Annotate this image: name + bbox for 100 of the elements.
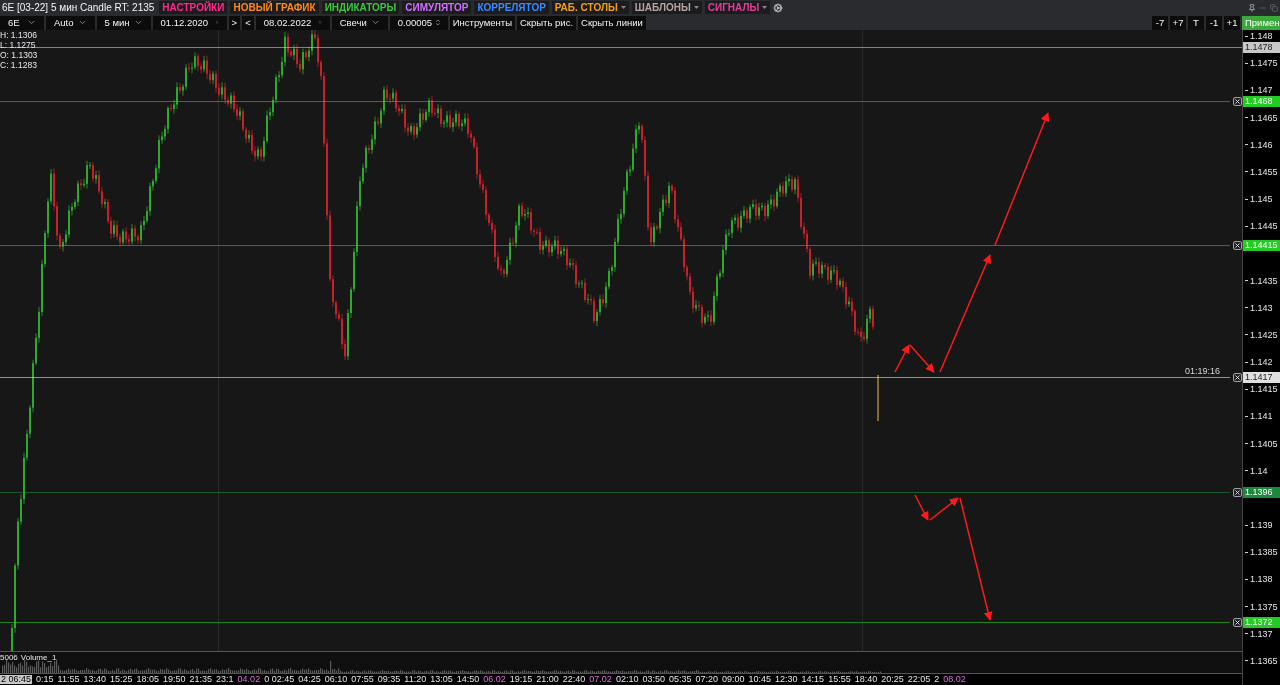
price-tick-label: 1.1365 <box>1250 655 1278 666</box>
time-label: 06:10 <box>324 675 348 684</box>
countdown-timer: 01:19:16 <box>1184 367 1220 376</box>
menu-button[interactable]: РАБ. СТОЛЫ <box>551 1 629 14</box>
price-tick-label: 1.14 <box>1250 465 1268 476</box>
time-label: 05:35 <box>668 675 692 684</box>
select-field[interactable]: Auto <box>46 15 95 30</box>
price-tick-label: 1.1385 <box>1250 547 1278 558</box>
pin-icon[interactable] <box>1248 3 1256 12</box>
time-label: 14:15 <box>801 675 825 684</box>
time-label: 09:00 <box>722 675 745 684</box>
toolbar-button[interactable]: Скрыть линии <box>578 15 646 30</box>
select-field[interactable]: 5 мин <box>96 15 151 30</box>
menu-button[interactable]: СИГНАЛЫ <box>704 1 771 14</box>
time-label: 15:55 <box>828 675 851 684</box>
time-label: 13:40 <box>83 675 106 684</box>
price-tick-label: 1.1405 <box>1250 438 1278 449</box>
select-field[interactable]: 6E <box>0 15 44 30</box>
price-tick-label: 1.137 <box>1250 628 1273 639</box>
shift-button[interactable]: -7 <box>1152 15 1168 30</box>
menu-label: ШАБЛОНЫ <box>634 2 691 13</box>
time-label: 10:45 <box>748 675 772 684</box>
price-tick-label: 1.142 <box>1250 357 1273 368</box>
price-tick-label: 1.147 <box>1250 85 1273 96</box>
toolbar-button[interactable]: > <box>228 15 241 30</box>
time-label: 2 06:45 <box>0 675 33 684</box>
price-tick-label: 1.143 <box>1250 302 1273 313</box>
time-label: 23:1 <box>216 675 234 684</box>
shift-button[interactable]: +7 <box>1170 15 1186 30</box>
time-label: 07:55 <box>351 675 374 684</box>
price-tick-label: 1.148 <box>1250 31 1273 41</box>
chart-title: 6E [03-22] 5 мин Candle RT: 2135 <box>2 2 155 13</box>
step-text: 0.00005 <box>397 17 433 28</box>
price-tick-label: 1.1475 <box>1250 58 1278 69</box>
time-label: 2 <box>934 675 940 684</box>
toolbar-button[interactable]: < <box>242 15 254 30</box>
ohlc-value: C: 1.1283 <box>0 60 38 70</box>
shift-button[interactable]: +1 <box>1224 15 1240 30</box>
settings-icon[interactable] <box>773 2 784 13</box>
price-tick-label: 1.1435 <box>1250 275 1278 286</box>
time-label: 04:25 <box>298 675 321 684</box>
price-tick-label: 1.146 <box>1250 139 1273 150</box>
caret-icon <box>370 18 380 27</box>
price-tick-label: 1.1455 <box>1250 166 1278 177</box>
caret-icon <box>27 18 36 27</box>
menu-button[interactable]: ШАБЛОНЫ <box>631 1 702 14</box>
time-label: 18:05 <box>136 675 159 684</box>
time-label: 21:35 <box>189 675 213 684</box>
price-tick-label: 1.145 <box>1250 194 1273 204</box>
ohlc-value: H: 1.1306 <box>0 30 38 40</box>
ohlc-value: O: 1.1303 <box>0 50 38 60</box>
price-level-label: 1.1417 <box>1243 372 1280 383</box>
shift-button[interactable]: T <box>1188 15 1204 30</box>
price-tick-label: 1.1465 <box>1250 112 1278 123</box>
time-label: 06.02 <box>483 675 506 684</box>
time-label: 11:55 <box>57 675 80 684</box>
price-level-label: 1.1372 <box>1243 617 1280 628</box>
time-label: 19:50 <box>163 675 186 684</box>
time-label: 04.02 <box>237 675 261 684</box>
time-label: 0 02:45 <box>264 675 295 684</box>
date-field[interactable]: 08.02.2022 <box>255 15 330 30</box>
step-field[interactable]: 0.00005 <box>389 15 448 30</box>
time-label: 14:50 <box>456 675 480 684</box>
time-label: 07:20 <box>695 675 718 684</box>
time-label: 21:00 <box>536 675 559 684</box>
price-tick-label: 1.138 <box>1250 574 1273 585</box>
time-label: 12:30 <box>775 675 798 684</box>
price-tick-label: 1.1445 <box>1250 221 1278 232</box>
ohlc-value: L: 1.1275 <box>0 40 37 50</box>
time-label: 03:50 <box>642 675 665 684</box>
time-label: 22:40 <box>562 675 586 684</box>
price-level-label: 1.1396 <box>1243 487 1280 498</box>
time-label: 07.02 <box>589 675 612 684</box>
shift-button[interactable]: -1 <box>1206 15 1222 30</box>
date-field[interactable]: 01.12.2020 <box>152 15 227 30</box>
time-label: 09:35 <box>377 675 401 684</box>
date-text: 08.02.2022 <box>263 17 312 28</box>
time-label: 19:15 <box>509 675 533 684</box>
date-text: 01.12.2020 <box>160 17 209 28</box>
select-field[interactable]: Свечи <box>331 15 388 30</box>
caret-icon <box>133 18 143 27</box>
toolbar-button[interactable]: Скрыть рис. <box>516 15 577 30</box>
time-label: 20:25 <box>881 675 904 684</box>
toolbar-button[interactable]: Инструменты <box>449 15 515 30</box>
restore-icon[interactable] <box>1270 3 1278 12</box>
spinner-icon[interactable] <box>436 18 440 27</box>
time-label: 18:40 <box>854 675 878 684</box>
volume-indicator-name: Volume_1 <box>20 654 57 662</box>
price-tick-label: 1.139 <box>1250 520 1273 531</box>
price-level-label: 1.1478 <box>1243 42 1280 53</box>
price-tick-label: 1.141 <box>1250 411 1273 422</box>
time-label: 02:10 <box>615 675 639 684</box>
price-tick-label: 1.1375 <box>1250 601 1278 612</box>
time-label: 0:15 <box>36 675 54 684</box>
volume-value: 5006 <box>0 654 18 662</box>
time-label: 08.02 <box>943 675 966 684</box>
time-label: 11:20 <box>404 675 427 684</box>
caret-icon <box>77 18 87 27</box>
time-label: 15:25 <box>109 675 133 684</box>
menu-label: СИГНАЛЫ <box>707 2 760 13</box>
